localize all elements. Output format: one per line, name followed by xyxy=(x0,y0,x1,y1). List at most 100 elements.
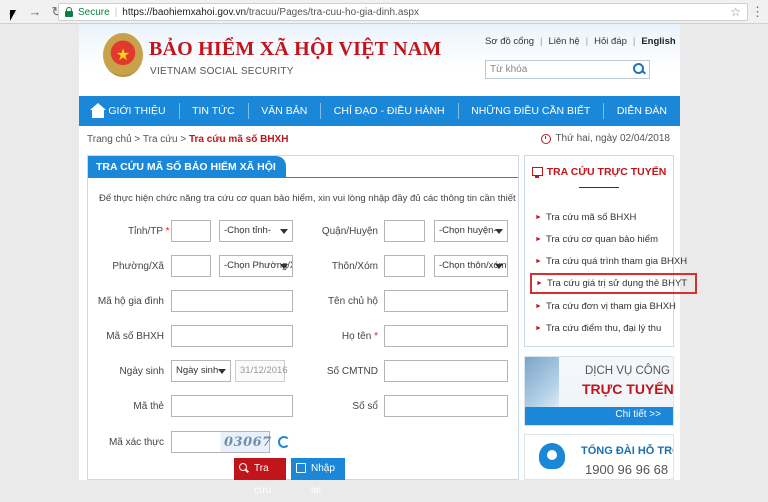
headset-icon xyxy=(539,443,565,469)
top-links: Sơ đồ cổng | Liên hệ | Hỏi đáp | English xyxy=(485,36,676,47)
province-label: Tỉnh/TP * xyxy=(128,226,168,237)
nav-forum[interactable]: DIỄN ĐÀN xyxy=(604,96,680,126)
sidebar-title: TRA CỨU TRỰC TUYẾN xyxy=(525,166,673,178)
reenter-icon xyxy=(296,463,306,473)
book-label: Số sổ xyxy=(298,401,378,412)
sidebar-item-collection-points[interactable]: ►Tra cứu điểm thu, đại lý thu xyxy=(535,323,661,334)
sidebar-item-bhyt-validity[interactable]: ►Tra cứu giá trị sử dụng thẻ BHYT xyxy=(530,273,697,294)
ward-label: Phường/Xã xyxy=(108,261,164,272)
card-input[interactable] xyxy=(171,395,293,417)
ward-code-input[interactable] xyxy=(171,255,211,277)
id-label: Số CMTND xyxy=(298,366,378,377)
form-title-underline xyxy=(88,177,518,178)
province-select[interactable]: -Chọn tỉnh- xyxy=(219,220,293,242)
breadcrumb: Trang chủ > Tra cứu > Tra cứu mã số BHXH xyxy=(87,134,288,145)
url-separator: | xyxy=(115,7,118,18)
dob-label: Ngày sinh xyxy=(88,366,164,377)
browser-menu-icon[interactable]: ⋮ xyxy=(751,3,764,21)
sidebar-item-participating-units[interactable]: ►Tra cứu đơn vị tham gia BHXH xyxy=(535,301,676,312)
card-label: Mã thẻ xyxy=(88,401,164,412)
hotline-title: TỔNG ĐÀI HỖ TRỢ xyxy=(581,445,674,457)
home-icon[interactable] xyxy=(79,96,95,126)
nav-news[interactable]: TIN TỨC xyxy=(179,96,248,126)
search-input[interactable] xyxy=(486,61,626,78)
nav-need-to-know[interactable]: NHỮNG ĐIỀU CẦN BIẾT xyxy=(458,96,603,126)
dob-type-select[interactable]: Ngày sinh xyxy=(171,360,231,382)
owner-input[interactable] xyxy=(384,290,508,312)
site-title[interactable]: BẢO HIỂM XÃ HỘI VIỆT NAM xyxy=(149,38,441,61)
household-input[interactable] xyxy=(171,290,293,312)
url-host: https://baohiemxahoi.gov.vn xyxy=(122,7,246,18)
monitor-icon xyxy=(532,167,543,176)
site-header: ★ BẢO HIỂM XÃ HỘI VIỆT NAM VIETNAM SOCIA… xyxy=(79,24,680,96)
nav-documents[interactable]: VĂN BẢN xyxy=(248,96,320,126)
search-icon[interactable] xyxy=(633,63,645,75)
owner-label: Tên chủ hộ xyxy=(298,296,378,307)
link-english[interactable]: English xyxy=(641,36,675,47)
form-title: TRA CỨU MÃ SỐ BẢO HIỂM XÃ HỘI xyxy=(88,156,286,178)
site-subtitle: VIETNAM SOCIAL SECURITY xyxy=(150,66,294,77)
mouse-cursor-icon xyxy=(10,10,16,21)
reset-button[interactable]: Nhập lại xyxy=(291,458,345,480)
national-emblem-logo[interactable]: ★ xyxy=(103,33,143,77)
bhxh-label: Mã số BHXH xyxy=(88,331,164,342)
bhxh-input[interactable] xyxy=(171,325,293,347)
breadcrumb-current: Tra cứu mã số BHXH xyxy=(189,134,289,145)
fullname-input[interactable] xyxy=(384,325,508,347)
sidebar-item-participation-history[interactable]: ►Tra cứu quá trình tham gia BHXH xyxy=(535,256,687,267)
browser-toolbar: ← → ↻ Secure | https://baohiemxahoi.gov.… xyxy=(0,0,768,24)
link-divider: | xyxy=(540,36,542,47)
forward-icon[interactable]: → xyxy=(26,3,44,21)
hamlet-label: Thôn/Xóm xyxy=(308,261,378,272)
book-input[interactable] xyxy=(384,395,508,417)
hotline-number: 1900 96 96 68 xyxy=(585,462,668,477)
page: ★ BẢO HIỂM XÃ HỘI VIỆT NAM VIETNAM SOCIA… xyxy=(79,24,680,480)
district-code-input[interactable] xyxy=(384,220,425,242)
sidebar-item-insurance-agency[interactable]: ►Tra cứu cơ quan bảo hiểm xyxy=(535,234,658,245)
magnifier-icon xyxy=(239,463,249,473)
district-select[interactable]: -Chọn huyện- xyxy=(434,220,508,242)
link-contact[interactable]: Liên hệ xyxy=(548,36,579,47)
hamlet-select[interactable]: -Chọn thôn/xóm- xyxy=(434,255,508,277)
nav-intro[interactable]: GIỚI THIỆU xyxy=(95,96,178,126)
clock-icon xyxy=(541,134,551,144)
lookup-form-panel: TRA CỨU MÃ SỐ BẢO HIỂM XÃ HỘI Để thực hi… xyxy=(87,155,519,480)
dob-input[interactable]: 31/12/2016 xyxy=(235,360,285,382)
nav-directives[interactable]: CHỈ ĐẠO - ĐIỀU HÀNH xyxy=(321,96,458,126)
lock-icon xyxy=(64,7,74,17)
banner1-line1: DỊCH VỤ CÔNG xyxy=(585,365,670,377)
hamlet-code-input[interactable] xyxy=(384,255,425,277)
form-intro: Để thực hiện chức năng tra cứu cơ quan b… xyxy=(99,193,516,204)
banner1-line2: TRỰC TUYẾN xyxy=(582,381,674,397)
captcha-label: Mã xác thực xyxy=(88,437,164,448)
date-text: Thứ hai, ngày 02/04/2018 xyxy=(555,133,670,144)
site-search xyxy=(485,60,650,79)
id-number-input[interactable] xyxy=(384,360,508,382)
breadcrumb-home[interactable]: Trang chủ > xyxy=(87,134,140,145)
current-date: Thứ hai, ngày 02/04/2018 xyxy=(541,133,670,144)
link-faq[interactable]: Hỏi đáp xyxy=(594,36,627,47)
hotline-banner[interactable]: TỔNG ĐÀI HỖ TRỢ 1900 96 96 68 xyxy=(524,434,674,480)
url-path: /tracuu/Pages/tra-cuu-ho-gia-dinh.aspx xyxy=(246,7,419,18)
district-label: Quận/Huyện xyxy=(308,226,378,237)
search-button[interactable]: Tra cứu xyxy=(234,458,286,480)
address-bar[interactable]: Secure | https://baohiemxahoi.gov.vn/tra… xyxy=(58,3,748,21)
fullname-label: Họ tên * xyxy=(298,331,378,342)
refresh-captcha-icon[interactable] xyxy=(278,436,290,448)
sidebar-item-bhxh-code[interactable]: ►Tra cứu mã số BHXH xyxy=(535,212,636,223)
province-code-input[interactable] xyxy=(171,220,211,242)
captcha-field[interactable]: 03067 xyxy=(171,431,270,453)
link-sitemap[interactable]: Sơ đồ cổng xyxy=(485,36,534,47)
secure-label: Secure xyxy=(78,7,110,18)
main-nav: GIỚI THIỆU TIN TỨC VĂN BẢN CHỈ ĐẠO - ĐIỀ… xyxy=(79,96,680,126)
household-label: Mã hộ gia đình xyxy=(88,296,164,307)
banner1-details-link[interactable]: Chi tiết >> xyxy=(615,409,661,420)
online-lookup-box: TRA CỨU TRỰC TUYẾN ►Tra cứu mã số BHXH ►… xyxy=(524,155,674,347)
public-service-banner[interactable]: DỊCH VỤ CÔNG TRỰC TUYẾN Chi tiết >> xyxy=(524,356,674,426)
breadcrumb-section[interactable]: Tra cứu > xyxy=(143,134,186,145)
ward-select[interactable]: -Chọn Phường/Xã- xyxy=(219,255,293,277)
bookmark-star-icon[interactable]: ☆ xyxy=(730,5,741,19)
link-divider: | xyxy=(633,36,635,47)
captcha-image-text: 03067 xyxy=(224,435,272,450)
url-text: https://baohiemxahoi.gov.vn/tracuu/Pages… xyxy=(122,7,419,18)
